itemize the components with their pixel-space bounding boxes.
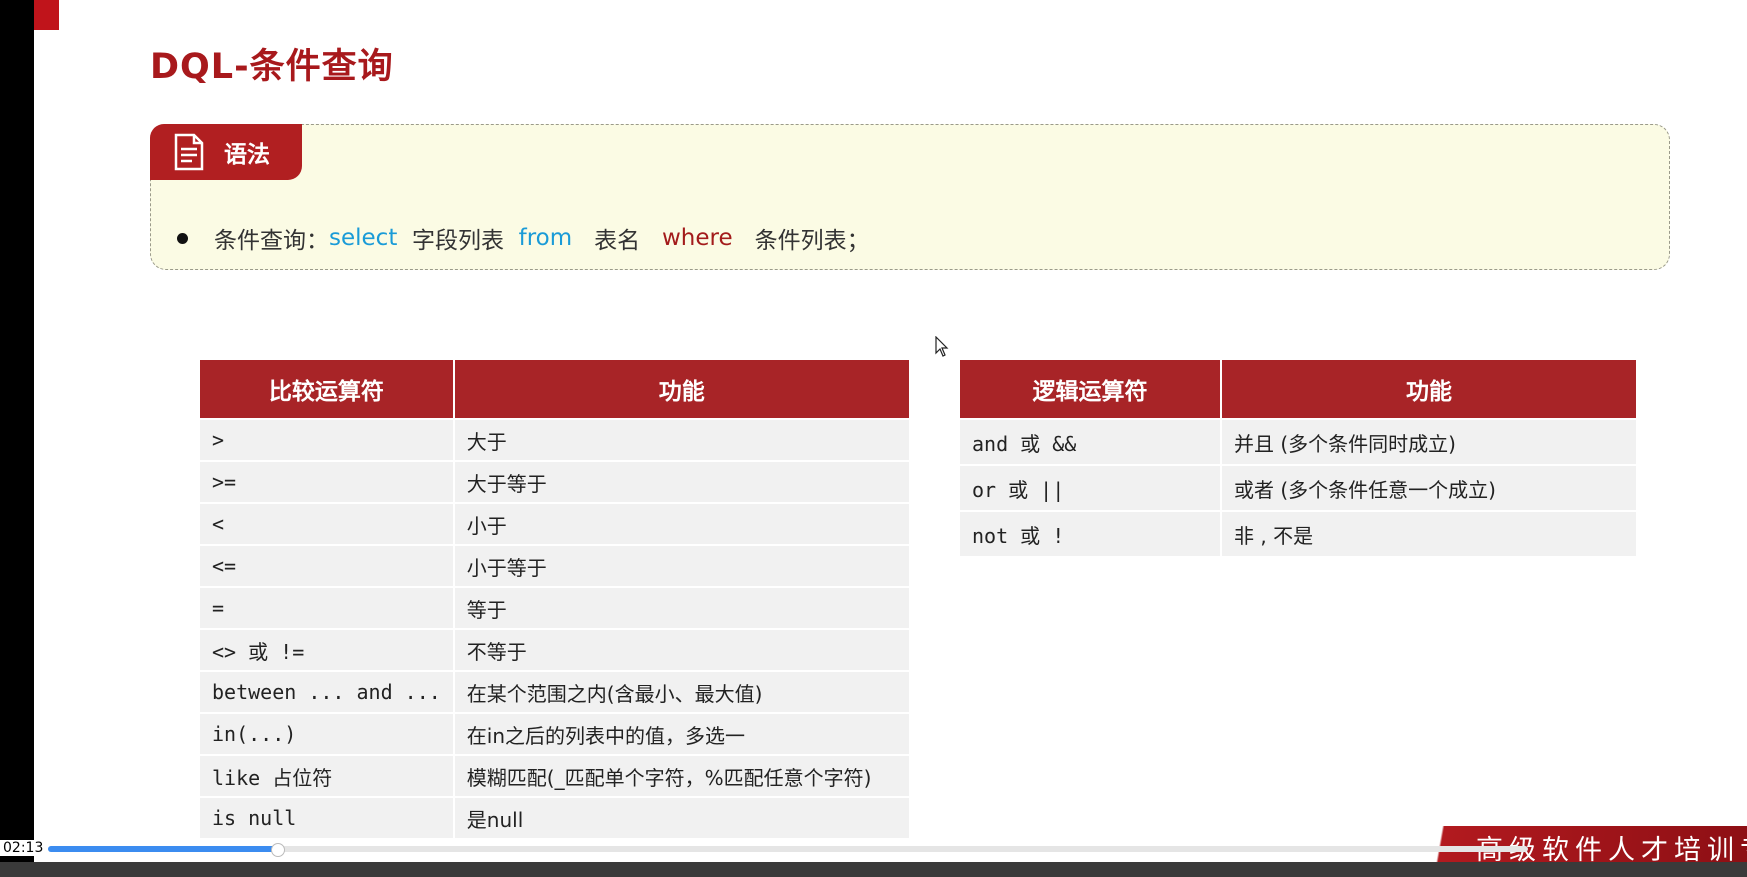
logical-operator-table: 逻辑运算符 功能 and 或 && 并且 (多个条件同时成立) or 或 || 或者… bbox=[958, 358, 1638, 558]
operator-cell: = bbox=[200, 588, 453, 628]
function-cell: 非 , 不是 bbox=[1222, 512, 1636, 556]
progress-handle[interactable] bbox=[271, 843, 286, 857]
table-row: > 大于 bbox=[200, 420, 909, 460]
table-row: like 占位符 模糊匹配(_匹配单个字符，%匹配任意个字符) bbox=[200, 756, 909, 796]
operator-cell: >= bbox=[200, 462, 453, 502]
operator-cell: like 占位符 bbox=[200, 756, 453, 796]
table-row: <= 小于等于 bbox=[200, 546, 909, 586]
syntax-prefix: 条件查询： bbox=[214, 228, 329, 254]
function-cell: 或者 (多个条件任意一个成立) bbox=[1222, 466, 1636, 510]
table-row: between ... and ... 在某个范围之内(含最小、最大值) bbox=[200, 672, 909, 712]
mouse-pointer-icon bbox=[935, 335, 949, 362]
function-cell: 等于 bbox=[454, 588, 909, 628]
table-header: 功能 bbox=[1222, 360, 1636, 418]
player-controls-strip bbox=[0, 862, 1747, 877]
operator-cell: not 或 ! bbox=[960, 512, 1220, 556]
table-row: not 或 ! 非 , 不是 bbox=[960, 512, 1636, 556]
operator-cell: is null bbox=[200, 798, 453, 838]
function-cell: 是null bbox=[454, 798, 909, 838]
operator-cell: or 或 || bbox=[960, 466, 1220, 510]
slide-title: DQL-条件查询 bbox=[150, 47, 394, 87]
table-row: or 或 || 或者 (多个条件任意一个成立) bbox=[960, 466, 1636, 510]
table-row: and 或 && 并且 (多个条件同时成立) bbox=[960, 420, 1636, 464]
video-player-bar: 02:13 bbox=[0, 836, 1747, 877]
table-row: < 小于 bbox=[200, 504, 909, 544]
table-header: 逻辑运算符 bbox=[960, 360, 1220, 418]
syntax-tag-label: 语法 bbox=[224, 142, 270, 168]
keyword-select: select bbox=[329, 225, 398, 251]
syntax-tag: 语法 bbox=[150, 124, 302, 180]
progress-bar[interactable] bbox=[48, 843, 1528, 857]
keyword-where: where bbox=[662, 225, 733, 251]
playback-time: 02:13 bbox=[0, 840, 47, 856]
progress-fill bbox=[48, 846, 278, 852]
bullet-dot bbox=[177, 232, 188, 244]
syntax-box: 语法 条件查询： select 字段列表 from 表名 where 条件列表； bbox=[150, 124, 1670, 270]
table-row: = 等于 bbox=[200, 588, 909, 628]
syntax-line: 条件查询： select 字段列表 from 表名 where 条件列表； bbox=[177, 221, 870, 255]
table-row: >= 大于等于 bbox=[200, 462, 909, 502]
syntax-table-name: 表名 bbox=[594, 228, 641, 254]
operator-cell: <= bbox=[200, 546, 453, 586]
function-cell: 小于等于 bbox=[454, 546, 909, 586]
function-cell: 不等于 bbox=[454, 630, 909, 670]
syntax-fields: 字段列表 bbox=[411, 228, 504, 254]
table-row: in(...) 在in之后的列表中的值，多选一 bbox=[200, 714, 909, 754]
table-row: <> 或 != 不等于 bbox=[200, 630, 909, 670]
function-cell: 大于 bbox=[454, 420, 909, 460]
left-black-bar bbox=[0, 0, 34, 877]
function-cell: 在某个范围之内(含最小、最大值) bbox=[454, 672, 909, 712]
operator-cell: in(...) bbox=[200, 714, 453, 754]
table-header: 比较运算符 bbox=[200, 360, 453, 418]
function-cell: 小于 bbox=[454, 504, 909, 544]
function-cell: 大于等于 bbox=[454, 462, 909, 502]
operator-cell: and 或 && bbox=[960, 420, 1220, 464]
function-cell: 模糊匹配(_匹配单个字符，%匹配任意个字符) bbox=[454, 756, 909, 796]
function-cell: 并且 (多个条件同时成立) bbox=[1222, 420, 1636, 464]
document-icon bbox=[172, 132, 206, 172]
keyword-from: from bbox=[518, 225, 573, 251]
operator-cell: between ... and ... bbox=[200, 672, 453, 712]
syntax-conditions: 条件列表； bbox=[754, 228, 870, 254]
table-row: is null 是null bbox=[200, 798, 909, 838]
table-header: 功能 bbox=[454, 360, 909, 418]
operator-cell: > bbox=[200, 420, 453, 460]
operator-cell: < bbox=[200, 504, 453, 544]
operator-cell: <> 或 != bbox=[200, 630, 453, 670]
comparison-operator-table: 比较运算符 功能 > 大于 >= 大于等于 < 小于 <= 小于等于 = 等于 <> 或 … bbox=[198, 358, 911, 840]
function-cell: 在in之后的列表中的值，多选一 bbox=[454, 714, 909, 754]
corner-accent bbox=[34, 0, 59, 30]
